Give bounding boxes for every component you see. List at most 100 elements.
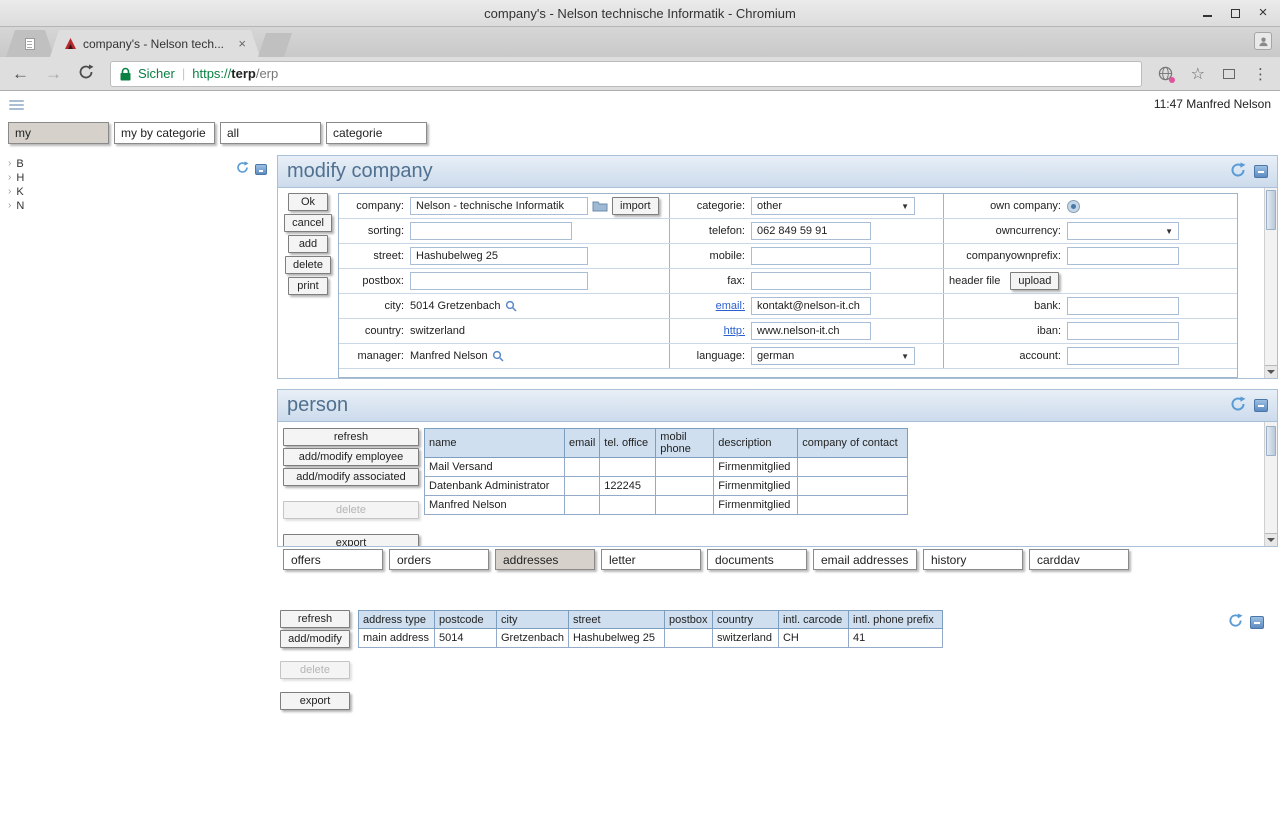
window-title: company's - Nelson technische Informatik… — [484, 6, 796, 21]
print-button[interactable]: print — [288, 277, 328, 295]
bookmark-star-icon[interactable]: ☆ — [1191, 64, 1205, 84]
upload-button[interactable]: upload — [1010, 272, 1059, 290]
postbox-input[interactable] — [410, 272, 588, 290]
chevron-right-icon[interactable]: › — [8, 185, 11, 199]
categorie-select[interactable]: other ▼ — [751, 197, 915, 215]
add-modify-associated-button[interactable]: add/modify associated — [283, 468, 419, 486]
email-input[interactable] — [751, 297, 871, 315]
chevron-right-icon[interactable]: › — [8, 157, 11, 171]
refresh-icon[interactable] — [1230, 396, 1246, 415]
add-modify-employee-button[interactable]: add/modify employee — [283, 448, 419, 466]
tab-orders[interactable]: orders — [389, 549, 489, 570]
tab-documents[interactable]: documents — [707, 549, 807, 570]
owncurrency-select[interactable]: ▼ — [1067, 222, 1179, 240]
language-select[interactable]: german ▼ — [751, 347, 915, 365]
tab-close-icon[interactable]: × — [238, 38, 246, 50]
menu-dots-icon[interactable]: ⋮ — [1253, 65, 1268, 83]
search-icon[interactable] — [505, 300, 517, 312]
extension-badge — [1169, 77, 1175, 83]
detail-tabs: offers orders addresses letter documents… — [283, 549, 1280, 570]
tab-secondary[interactable] — [6, 30, 54, 57]
person-row[interactable]: Datenbank Administrator 122245 Firmenmit… — [425, 477, 908, 496]
tab-letter[interactable]: letter — [601, 549, 701, 570]
telefon-input[interactable] — [751, 222, 871, 240]
person-refresh-button[interactable]: refresh — [283, 428, 419, 446]
scrollbar-thumb[interactable] — [1266, 426, 1276, 456]
company-label: company: — [344, 200, 404, 212]
filter-my-by-categorie-input[interactable] — [114, 122, 215, 144]
tab-offers[interactable]: offers — [283, 549, 383, 570]
tree-refresh-icon[interactable] — [236, 161, 249, 177]
hamburger-menu-icon[interactable] — [9, 98, 24, 110]
collapse-icon[interactable] — [1250, 616, 1264, 629]
chevron-right-icon[interactable]: › — [8, 199, 11, 213]
search-icon[interactable] — [492, 350, 504, 362]
tab-carddav[interactable]: carddav — [1029, 549, 1129, 570]
tab-history[interactable]: history — [923, 549, 1023, 570]
bank-label: bank: — [949, 300, 1061, 312]
chevron-right-icon[interactable]: › — [8, 171, 11, 185]
chevron-down-icon: ▼ — [1159, 227, 1173, 236]
street-input[interactable] — [410, 247, 588, 265]
fullscreen-icon[interactable] — [1223, 69, 1235, 79]
fax-input[interactable] — [751, 272, 871, 290]
own-company-radio[interactable] — [1067, 200, 1080, 213]
profile-avatar-icon[interactable] — [1254, 32, 1272, 50]
address-bar[interactable]: Sicher | https://terp/erp — [110, 61, 1142, 87]
delete-button[interactable]: delete — [285, 256, 331, 274]
person-row[interactable]: Manfred Nelson Firmenmitglied — [425, 496, 908, 515]
email-link[interactable]: email: — [675, 300, 745, 312]
scroll-down-icon[interactable] — [1265, 533, 1277, 546]
extension-icon[interactable] — [1158, 66, 1173, 81]
address-refresh-button[interactable]: refresh — [280, 610, 350, 628]
address-add-modify-button[interactable]: add/modify — [280, 630, 350, 648]
collapse-icon[interactable] — [1254, 165, 1268, 178]
mobile-input[interactable] — [751, 247, 871, 265]
http-link[interactable]: http: — [675, 325, 745, 337]
refresh-icon[interactable] — [1228, 613, 1243, 631]
tree-item-k[interactable]: › K — [8, 185, 277, 199]
tree-item-n[interactable]: › N — [8, 199, 277, 213]
tab-email-addresses[interactable]: email addresses — [813, 549, 917, 570]
address-row[interactable]: main address 5014 Gretzenbach Hashubelwe… — [359, 629, 943, 648]
new-tab-button[interactable] — [258, 33, 292, 57]
tree-collapse-icon[interactable] — [255, 164, 267, 175]
person-row[interactable]: Mail Versand Firmenmitglied — [425, 458, 908, 477]
bank-input[interactable] — [1067, 297, 1179, 315]
companyownprefix-input[interactable] — [1067, 247, 1179, 265]
reload-icon[interactable] — [78, 64, 94, 83]
cancel-button[interactable]: cancel — [284, 214, 332, 232]
person-export-button[interactable]: export — [283, 534, 419, 546]
folder-icon[interactable] — [592, 200, 608, 212]
http-input[interactable] — [751, 322, 871, 340]
close-icon[interactable]: × — [1256, 6, 1270, 20]
add-button[interactable]: add — [288, 235, 328, 253]
company-input[interactable] — [410, 197, 588, 215]
sorting-input[interactable] — [410, 222, 572, 240]
minimize-icon[interactable] — [1200, 6, 1214, 20]
person-scrollbar[interactable] — [1264, 422, 1277, 546]
iban-input[interactable] — [1067, 322, 1179, 340]
filter-categorie-input[interactable] — [326, 122, 427, 144]
filter-all-input[interactable] — [220, 122, 321, 144]
account-input[interactable] — [1067, 347, 1179, 365]
tab-addresses[interactable]: addresses — [495, 549, 595, 570]
address-panel-icons — [1228, 613, 1264, 631]
scrollbar-thumb[interactable] — [1266, 190, 1276, 230]
person-table-header: name email tel. office mobil phone descr… — [425, 429, 908, 458]
filter-my-input[interactable] — [8, 122, 109, 144]
collapse-icon[interactable] — [1254, 399, 1268, 412]
tab-active[interactable]: company's - Nelson tech... × — [50, 30, 260, 57]
maximize-icon[interactable] — [1228, 6, 1242, 20]
refresh-icon[interactable] — [1230, 162, 1246, 181]
forward-icon[interactable]: → — [45, 65, 62, 82]
company-scrollbar[interactable] — [1264, 188, 1277, 378]
address-export-button[interactable]: export — [280, 692, 350, 710]
back-icon[interactable]: ← — [12, 65, 29, 82]
chevron-down-icon: ▼ — [895, 202, 909, 211]
scroll-down-icon[interactable] — [1265, 365, 1277, 378]
ok-button[interactable]: Ok — [288, 193, 328, 211]
import-button[interactable]: import — [612, 197, 659, 215]
address-delete-button[interactable]: delete — [280, 661, 350, 679]
person-delete-button[interactable]: delete — [283, 501, 419, 519]
